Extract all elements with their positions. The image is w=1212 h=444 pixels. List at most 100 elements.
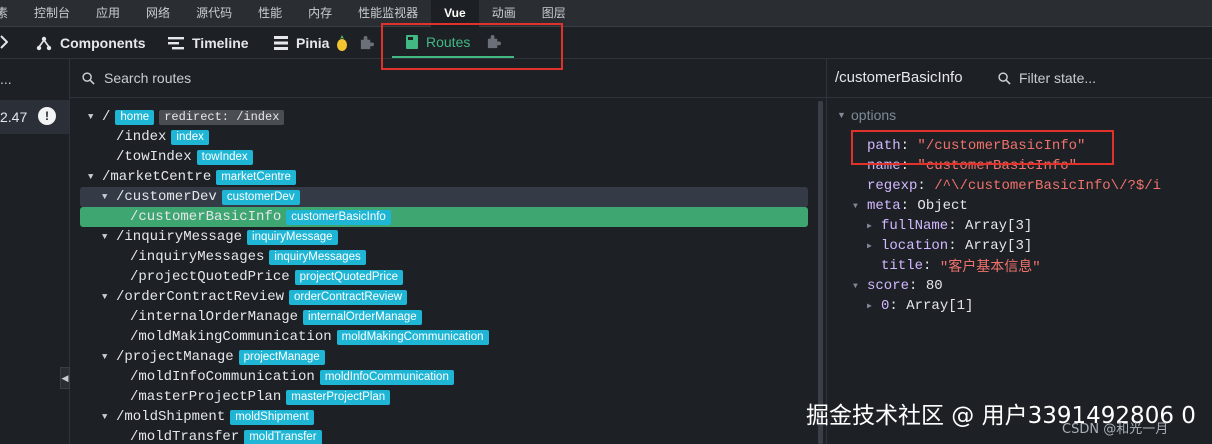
- state-field-colon: :: [917, 178, 935, 194]
- route-row[interactable]: ▼/marketCentre marketCentre: [70, 167, 810, 187]
- state-field-row[interactable]: ▶ fullName: Array[3]: [867, 216, 1032, 236]
- expand-arrow-icon[interactable]: ▼: [853, 282, 867, 291]
- route-name-badge: moldTransfer: [244, 429, 322, 444]
- filter-state-input[interactable]: [1019, 67, 1204, 89]
- expand-arrow-icon[interactable]: ▼: [853, 202, 867, 211]
- route-path: /projectManage: [116, 349, 234, 365]
- route-row[interactable]: /masterProjectPlan masterProjectPlan: [70, 387, 810, 407]
- route-path: /inquiryMessage: [116, 229, 243, 245]
- route-row[interactable]: /moldMakingCommunication moldMakingCommun…: [70, 327, 810, 347]
- route-row[interactable]: /inquiryMessages inquiryMessages: [70, 247, 810, 267]
- route-path: /moldInfoCommunication: [130, 369, 315, 385]
- devtools-tab-network[interactable]: 网络: [133, 0, 183, 27]
- route-row[interactable]: /customerBasicInfo customerBasicInfo: [80, 207, 808, 227]
- state-field-value: Array[3]: [965, 238, 1033, 254]
- route-row[interactable]: /projectQuotedPrice projectQuotedPrice: [70, 267, 810, 287]
- state-field-row[interactable]: ▼ meta: Object: [853, 196, 968, 216]
- route-row[interactable]: ▼/customerDev customerDev: [80, 187, 808, 207]
- expand-arrow-icon[interactable]: ▼: [88, 112, 102, 122]
- devtools-tab-application[interactable]: 应用: [83, 0, 133, 27]
- expand-arrow-icon[interactable]: ▶: [867, 221, 881, 231]
- expand-arrow-icon[interactable]: ▼: [102, 292, 116, 302]
- state-field-value: "客户基本信息": [939, 260, 1041, 276]
- state-field-value: 80: [925, 278, 943, 294]
- route-name-badge: orderContractReview: [289, 289, 408, 305]
- timeline-tab[interactable]: Timeline: [168, 27, 249, 58]
- state-field-colon: :: [948, 218, 966, 234]
- state-field-row[interactable]: ▼ score: 80: [853, 276, 943, 296]
- route-row[interactable]: /moldInfoCommunication moldInfoCommunicat…: [70, 367, 810, 387]
- route-path: /moldMakingCommunication: [130, 329, 332, 345]
- expand-arrow-icon[interactable]: ▼: [88, 172, 102, 182]
- plugin-puzzle-icon: [361, 35, 375, 50]
- route-name-badge: masterProjectPlan: [286, 389, 391, 405]
- state-field-colon: :: [900, 198, 918, 214]
- route-name-badge: moldMakingCommunication: [336, 329, 489, 345]
- state-field-colon: :: [923, 258, 940, 274]
- route-path: /towIndex: [116, 149, 192, 165]
- section-expand-arrow-icon: ▼: [837, 110, 846, 120]
- route-row[interactable]: ▼/inquiryMessage inquiryMessage: [70, 227, 810, 247]
- route-row[interactable]: /towIndex towIndex: [70, 147, 810, 167]
- collapse-panel-handle[interactable]: ◀: [60, 367, 70, 389]
- state-field-key: fullName: [881, 218, 949, 234]
- route-path: /customerDev: [116, 189, 217, 205]
- app-selector-ellipsis[interactable]: ...: [0, 71, 12, 87]
- search-routes-input[interactable]: [104, 67, 704, 89]
- route-path: /internalOrderManage: [130, 309, 299, 325]
- route-name-badge: internalOrderManage: [303, 309, 422, 325]
- route-row[interactable]: /internalOrderManage internalOrderManage: [70, 307, 810, 327]
- options-section-label: options: [851, 107, 897, 123]
- search-routes-bar: [70, 59, 826, 98]
- timeline-label: Timeline: [192, 34, 249, 51]
- devtools-tab-console[interactable]: 控制台: [21, 0, 83, 27]
- components-tab[interactable]: Components: [36, 27, 146, 58]
- vue-toolbar: Components Timeline Pinia Routes: [0, 27, 1212, 59]
- route-row[interactable]: ▼/moldShipment moldShipment: [70, 407, 810, 427]
- expand-arrow-icon[interactable]: ▶: [867, 301, 881, 311]
- warning-icon: !: [38, 107, 56, 125]
- expand-arrow-icon[interactable]: ▼: [102, 192, 116, 202]
- expand-arrow-icon[interactable]: ▼: [102, 352, 116, 362]
- devtools-tab-elements[interactable]: 素: [0, 0, 21, 27]
- options-section-toggle[interactable]: ▼ options: [837, 107, 896, 123]
- pinia-label: Pinia: [296, 34, 330, 51]
- state-field-row: regexp: /^\/customerBasicInfo\/?$/i: [853, 176, 1161, 196]
- devtools-tab-bar: 素 控制台 应用 网络 源代码 性能 内存 性能监视器 Vue 动画 图层: [0, 0, 1212, 27]
- expand-arrow-icon[interactable]: ▶: [867, 241, 881, 251]
- routes-scrollbar[interactable]: [818, 101, 823, 444]
- state-field-row[interactable]: ▶ location: Array[3]: [867, 236, 1032, 256]
- components-label: Components: [60, 34, 146, 51]
- route-row[interactable]: /moldTransfer moldTransfer: [70, 427, 810, 444]
- expand-arrow-icon[interactable]: ▼: [102, 232, 116, 242]
- annotation-highlight-path: [851, 130, 1114, 165]
- route-name-badge: towIndex: [196, 149, 253, 165]
- app-version-item[interactable]: 2.47 !: [0, 100, 69, 134]
- state-field-value: /^\/customerBasicInfo\/?$/i: [934, 178, 1162, 194]
- state-field-key: location: [881, 238, 949, 254]
- route-row[interactable]: ▼/orderContractReview orderContractReview: [70, 287, 810, 307]
- state-field-row[interactable]: ▶ 0: Array[1]: [867, 296, 973, 316]
- route-path: /moldShipment: [116, 409, 226, 425]
- route-row[interactable]: /index index: [70, 127, 810, 147]
- route-name-badge: index: [171, 129, 209, 145]
- state-field-key: regexp: [867, 178, 918, 194]
- devtools-tab-sources[interactable]: 源代码: [183, 0, 245, 27]
- route-path: /index: [116, 129, 167, 145]
- route-state-panel: /customerBasicInfo ▼ options path: "/cus…: [827, 59, 1212, 444]
- expand-arrow-icon[interactable]: ▼: [102, 412, 116, 422]
- pinia-tab[interactable]: Pinia: [274, 27, 382, 58]
- route-name-badge: moldShipment: [230, 409, 314, 425]
- route-row[interactable]: ▼/projectManage projectManage: [70, 347, 810, 367]
- arrow-right-icon[interactable]: [0, 35, 9, 54]
- devtools-tab-memory[interactable]: 内存: [295, 0, 345, 27]
- components-tree-icon: [36, 36, 52, 50]
- route-path: /inquiryMessages: [130, 249, 265, 265]
- state-field-key: title: [881, 258, 924, 274]
- state-field-value: Array[1]: [906, 298, 974, 314]
- devtools-tab-performance[interactable]: 性能: [245, 0, 295, 27]
- route-path: /moldTransfer: [130, 429, 240, 444]
- route-name-badge: moldInfoCommunication: [319, 369, 454, 385]
- route-row[interactable]: ▼ / home redirect: /index: [70, 107, 810, 127]
- route-path: /orderContractReview: [116, 289, 285, 305]
